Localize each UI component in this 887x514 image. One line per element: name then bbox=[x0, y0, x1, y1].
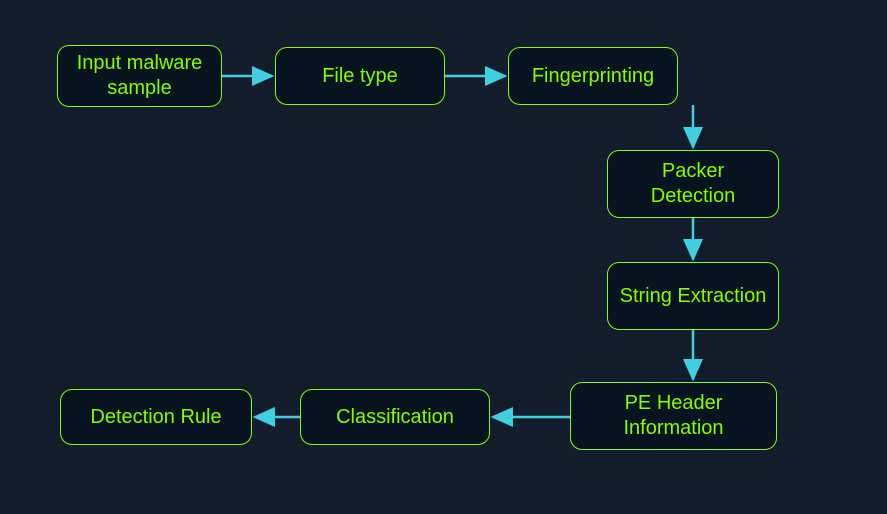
node-string-extraction: String Extraction bbox=[607, 262, 779, 330]
node-label: Fingerprinting bbox=[532, 64, 654, 89]
node-label: Detection Rule bbox=[90, 405, 221, 430]
node-pe-header-info: PE Header Information bbox=[570, 382, 777, 450]
node-label: String Extraction bbox=[620, 284, 767, 309]
node-input-malware: Input malware sample bbox=[57, 45, 222, 107]
node-detection-rule: Detection Rule bbox=[60, 389, 252, 445]
node-label: Packer Detection bbox=[618, 159, 768, 209]
node-fingerprinting: Fingerprinting bbox=[508, 47, 678, 105]
node-label: Input malware sample bbox=[68, 51, 211, 101]
node-classification: Classification bbox=[300, 389, 490, 445]
node-label: Classification bbox=[336, 405, 454, 430]
node-label: PE Header Information bbox=[581, 391, 766, 441]
node-file-type: File type bbox=[275, 47, 445, 105]
node-label: File type bbox=[322, 64, 398, 89]
node-packer-detection: Packer Detection bbox=[607, 150, 779, 218]
